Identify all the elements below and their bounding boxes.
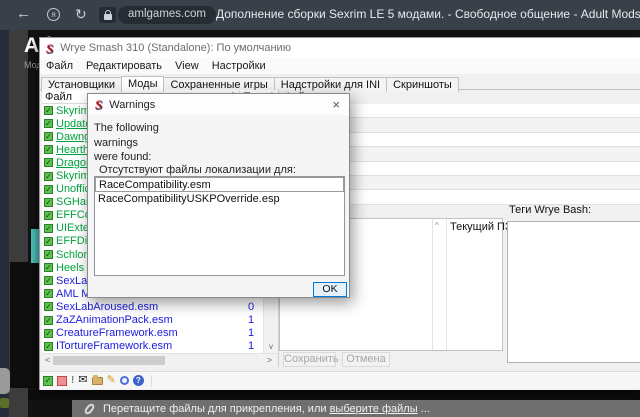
cancel-button[interactable]: Отмена — [342, 352, 390, 367]
dialog-list-label: Отсутствуют файлы локализации для: — [99, 164, 296, 176]
lock-icon[interactable] — [99, 7, 116, 23]
checkbox-checked-icon[interactable]: ✓ — [44, 302, 53, 311]
checkbox-checked-icon[interactable]: ✓ — [44, 276, 53, 285]
refresh-icon[interactable]: ↻ — [75, 6, 87, 23]
attachment-bar: Перетащите файлы для прикрепления, или в… — [72, 400, 640, 417]
choose-files-link[interactable]: выберите файлы — [330, 403, 418, 415]
checkbox-checked-icon[interactable]: ✓ — [44, 342, 53, 351]
menu-редактировать[interactable]: Редактировать — [86, 60, 162, 72]
dialog-message-line: were found: — [94, 150, 159, 165]
bash-tags-textarea[interactable] — [507, 221, 640, 363]
page-dark-block — [10, 262, 38, 388]
package-count: 0 — [238, 301, 264, 313]
page-bottom-strip — [28, 390, 640, 400]
warnings-dialog: S Warnings × The followingwarningswere f… — [87, 93, 350, 298]
checkbox-checked-icon[interactable]: ✓ — [44, 158, 53, 167]
tab-bar: УстановщикиМодыСохраненные игрыНадстройк… — [40, 74, 640, 90]
extension-icon[interactable]: я — [47, 8, 60, 21]
paperclip-icon — [83, 402, 96, 416]
plugin-icon[interactable]: ! — [71, 376, 74, 386]
status-bar: ✓! ✉ ✎? — [40, 371, 640, 389]
menu-настройки[interactable]: Настройки — [212, 60, 266, 72]
package-count: 1 — [238, 327, 264, 339]
scroll-left-icon[interactable]: < — [45, 354, 50, 367]
scrollbar-thumb[interactable] — [53, 356, 165, 365]
window-titlebar: S Wrye Smash 310 (Standalone): По умолча… — [40, 38, 640, 58]
table-row[interactable]: ✓SexLabAroused.esm 0 — [42, 300, 263, 313]
window-title: Wrye Smash 310 (Standalone): По умолчани… — [60, 42, 291, 54]
tab-моды[interactable]: Моды — [121, 76, 165, 92]
ok-button[interactable]: OK — [313, 282, 347, 297]
bash-tags-label: Теги Wrye Bash: — [509, 204, 591, 216]
dialog-listbox[interactable]: RaceCompatibility.esmRaceCompatibilityUS… — [94, 176, 345, 276]
close-icon[interactable]: × — [332, 97, 340, 112]
page-tab-title: Дополнение сборки Sexrim LE 5 модами. - … — [216, 7, 640, 21]
checkbox-checked-icon[interactable]: ✓ — [44, 224, 53, 233]
package-count: 1 — [238, 314, 264, 326]
checkbox-checked-icon[interactable]: ✓ — [44, 119, 53, 128]
table-row[interactable]: ✓CreatureFramework.esm 1 — [42, 327, 263, 340]
list-item[interactable]: RaceCompatibilityUSKPOverride.esp — [95, 192, 344, 207]
sort-asc-icon: ^ — [435, 221, 439, 230]
checkbox-checked-icon[interactable]: ✓ — [44, 145, 53, 154]
scroll-down-icon[interactable]: v — [264, 340, 278, 353]
checkbox-checked-icon[interactable]: ✓ — [44, 250, 53, 259]
address-bar[interactable]: amlgames.com — [118, 6, 216, 24]
dialog-titlebar[interactable]: S Warnings × — [88, 94, 349, 115]
list-item[interactable]: RaceCompatibility.esm — [95, 177, 344, 192]
table-row[interactable]: ✓ZaZAnimationPack.esm 1 — [42, 314, 263, 327]
table-row[interactable]: ✓ITortureFramework.esm 1 — [42, 340, 263, 353]
checkbox-checked-icon[interactable]: ✓ — [44, 289, 53, 298]
checkbox-checked-icon[interactable]: ✓ — [44, 263, 53, 272]
page-left-strip — [0, 30, 9, 417]
dialog-message: The followingwarningswere found: — [94, 121, 159, 165]
checkbox-checked-icon[interactable]: ✓ — [44, 237, 53, 246]
mod-name: ITortureFramework.esm — [56, 340, 172, 352]
menu-bar: Файл Редактировать View Настройки — [40, 58, 640, 74]
horizontal-scrollbar[interactable]: < > — [42, 353, 277, 366]
page-scroll-blob — [0, 368, 10, 394]
mods-check-icon[interactable]: ✓ — [43, 376, 53, 386]
file-column-header[interactable]: Файл — [45, 91, 72, 103]
menu-view[interactable]: View — [175, 60, 199, 72]
checkbox-checked-icon[interactable]: ✓ — [44, 211, 53, 220]
attachment-text: Перетащите файлы для прикрепления, или в… — [103, 403, 430, 415]
dialog-message-line: warnings — [94, 136, 159, 151]
screen: ← я ↻ amlgames.com Дополнение сборки Sex… — [0, 0, 640, 417]
mod-name: CreatureFramework.esm — [56, 327, 178, 339]
wrye-smash-app-icon: S — [46, 42, 53, 55]
package-count: 1 — [238, 340, 264, 352]
current-lo-column-header[interactable]: Текущий ПЗ — [450, 221, 512, 233]
save-button[interactable]: Сохранить — [283, 352, 336, 367]
settings-icon[interactable] — [120, 376, 129, 385]
help-icon[interactable]: ? — [133, 375, 144, 386]
checkbox-checked-icon[interactable]: ✓ — [44, 316, 53, 325]
tab-надстройки для ini[interactable]: Надстройки для INI — [274, 77, 387, 92]
envelope-icon[interactable]: ✉ — [78, 375, 87, 386]
menu-файл[interactable]: Файл — [46, 60, 73, 72]
browser-toolbar: ← я ↻ amlgames.com Дополнение сборки Sex… — [0, 0, 640, 30]
folder-icon[interactable] — [92, 377, 103, 385]
checkbox-checked-icon[interactable]: ✓ — [44, 172, 53, 181]
mod-name: SexLabAroused.esm — [56, 301, 158, 313]
tab-скриншоты[interactable]: Скриншоты — [386, 77, 459, 92]
back-icon[interactable]: ← — [16, 5, 31, 22]
dialog-message-line: The following — [94, 121, 159, 136]
edit-icon[interactable]: ✎ — [107, 375, 116, 386]
page-green-badge — [0, 398, 9, 408]
wrye-smash-app-icon: S — [95, 98, 102, 111]
checkbox-checked-icon[interactable]: ✓ — [44, 132, 53, 141]
checkbox-checked-icon[interactable]: ✓ — [44, 185, 53, 194]
dialog-title: Warnings — [109, 99, 155, 111]
installers-icon[interactable] — [57, 376, 67, 386]
scroll-right-icon[interactable]: > — [267, 354, 272, 367]
statusbar-divider — [151, 375, 152, 387]
checkbox-checked-icon[interactable]: ✓ — [44, 329, 53, 338]
checkbox-checked-icon[interactable]: ✓ — [44, 106, 53, 115]
checkbox-checked-icon[interactable]: ✓ — [44, 198, 53, 207]
mod-name: ZaZAnimationPack.esm — [56, 314, 173, 326]
